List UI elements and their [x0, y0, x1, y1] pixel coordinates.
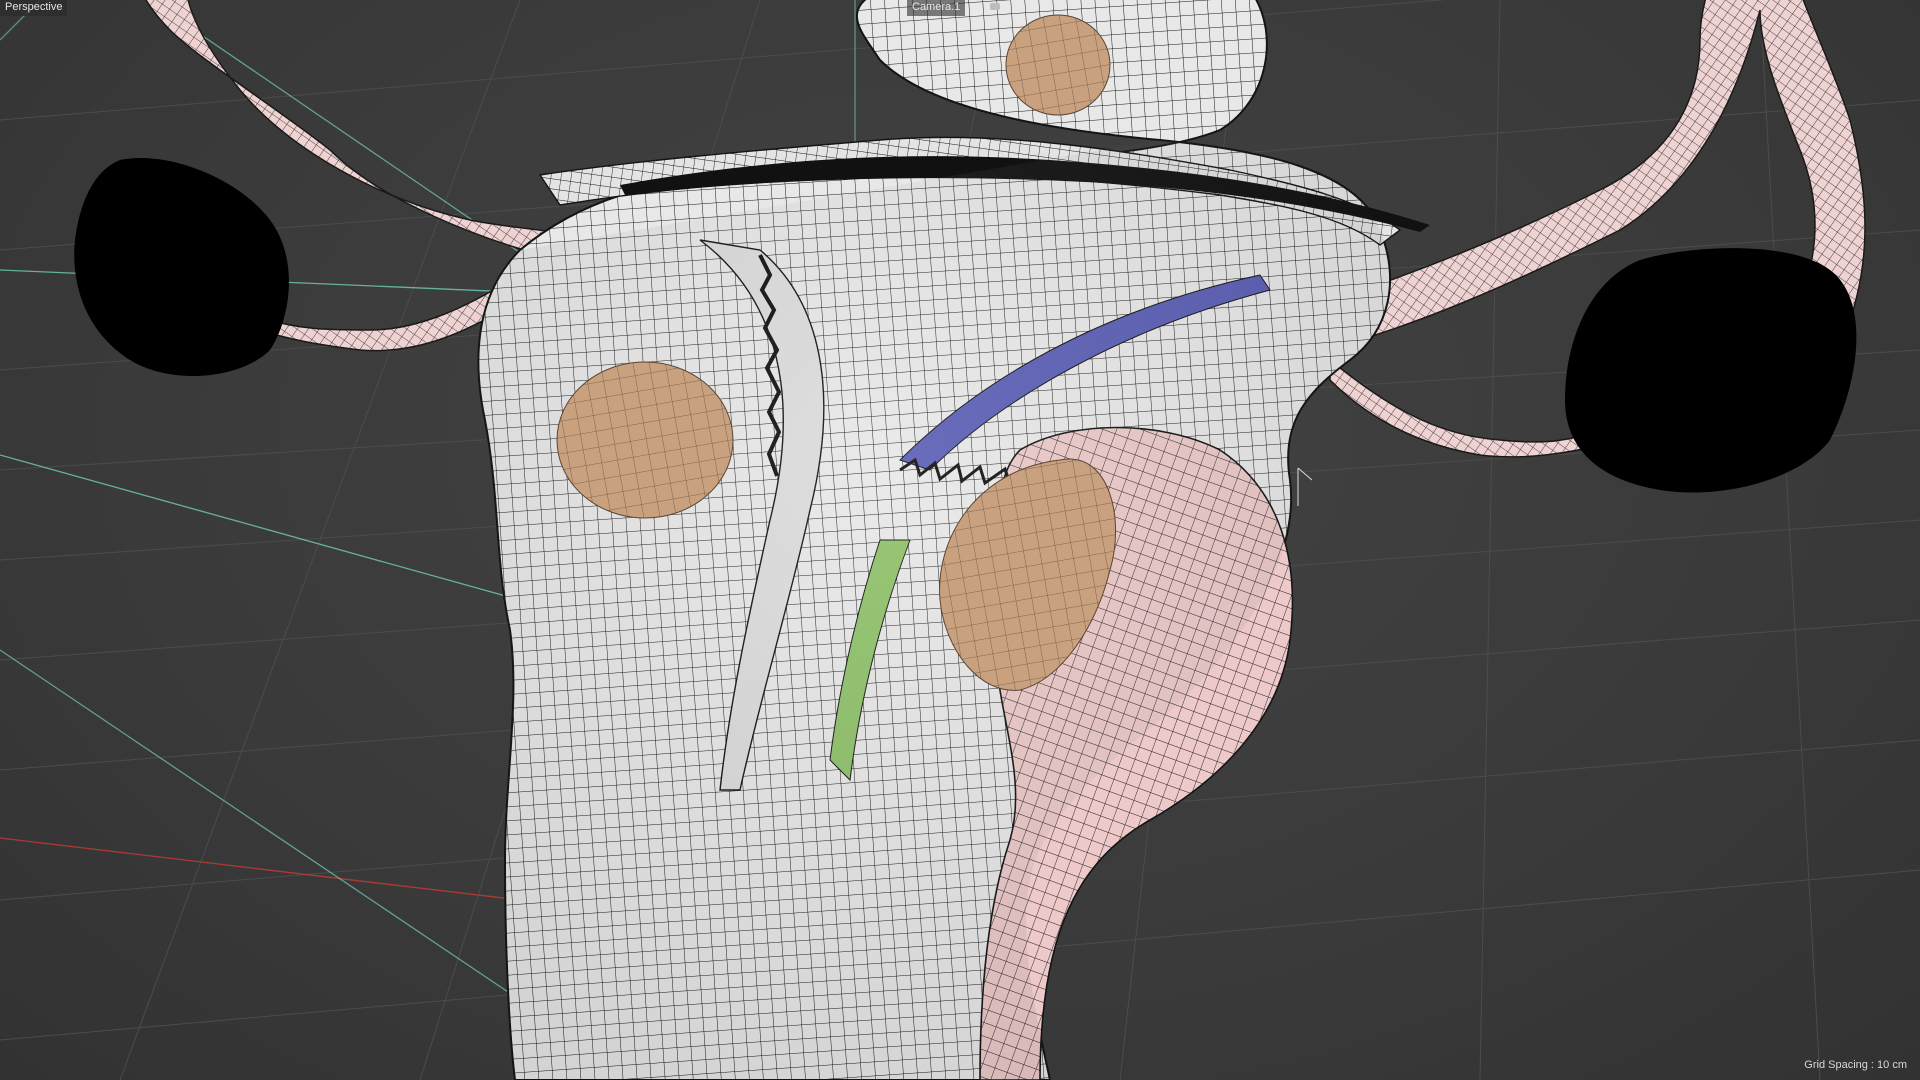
- fibroid-left: [556, 361, 734, 519]
- view-name-label[interactable]: Perspective: [0, 0, 68, 16]
- viewport-scene[interactable]: [0, 0, 1920, 1080]
- transform-gizmo[interactable]: [1297, 467, 1313, 506]
- camera-name-label[interactable]: Camera.1: [907, 0, 966, 16]
- fibroid-top: [1005, 14, 1111, 116]
- 3d-viewport[interactable]: Perspective Camera.1 Grid Spacing : 10 c…: [0, 0, 1920, 1080]
- right-ovary[interactable]: [1565, 248, 1857, 493]
- camera-icon[interactable]: [990, 3, 1000, 10]
- grid-spacing-label: Grid Spacing : 10 cm: [1804, 1059, 1907, 1071]
- left-ovary[interactable]: [74, 158, 289, 377]
